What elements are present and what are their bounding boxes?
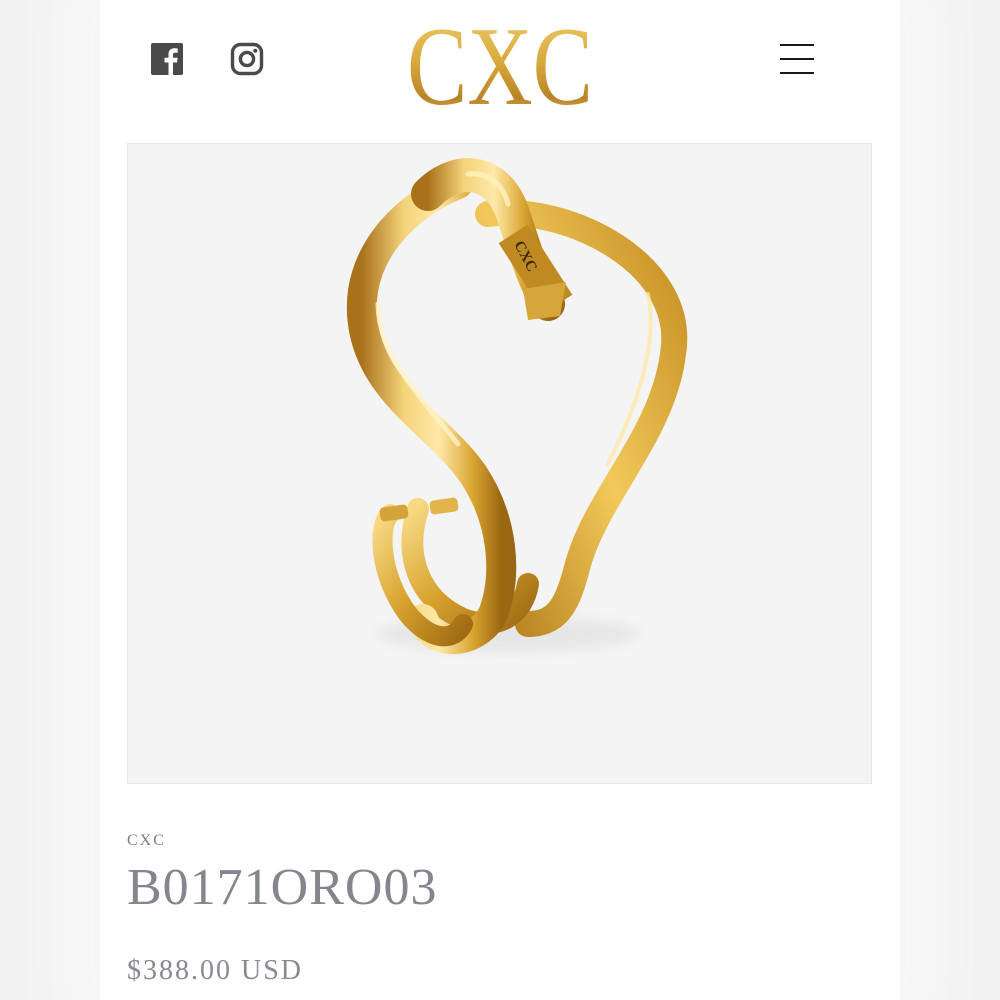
backdrop-left bbox=[0, 0, 100, 1000]
backdrop-right bbox=[900, 0, 1000, 1000]
gold-knot-ring-image[interactable]: CXC bbox=[127, 143, 872, 784]
site-header: CXC bbox=[100, 0, 900, 125]
brand-logo[interactable]: CXC bbox=[370, 8, 630, 118]
instagram-icon[interactable] bbox=[230, 42, 264, 76]
logo-text: CXC bbox=[407, 8, 593, 118]
hamburger-menu-icon[interactable] bbox=[776, 40, 816, 80]
product-price: $388.00 USD bbox=[127, 955, 304, 986]
product-vendor: CXC bbox=[127, 832, 166, 849]
product-page: CXC CXC CXC B0171ORO03 $388.00 USD bbox=[100, 0, 900, 1000]
product-title: B0171ORO03 bbox=[127, 859, 438, 916]
facebook-icon[interactable] bbox=[150, 42, 184, 76]
